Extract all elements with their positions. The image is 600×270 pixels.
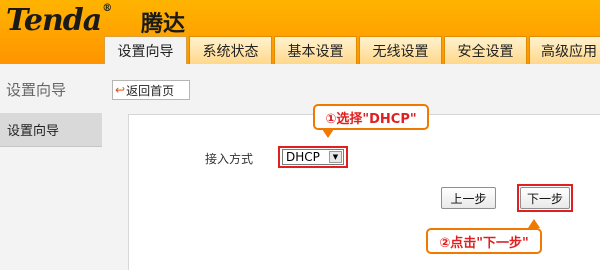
tab-system-status[interactable]: 系统状态 <box>189 36 272 64</box>
tab-security-settings[interactable]: 安全设置 <box>444 36 527 64</box>
tab-basic-settings[interactable]: 基本设置 <box>274 36 357 64</box>
callout-2-pointer <box>528 219 540 228</box>
main-tabs: 设置向导 系统状态 基本设置 无线设置 安全设置 高级应用 <box>104 36 600 64</box>
callout-step-2: ②点击"下一步" <box>426 228 542 254</box>
sidebar-item-setup-wizard[interactable]: 设置向导 <box>0 113 102 147</box>
tab-setup-wizard[interactable]: 设置向导 <box>104 36 187 64</box>
next-step-button[interactable]: 下一步 <box>520 187 570 209</box>
back-home-button[interactable]: ↩ 返回首页 <box>112 80 190 100</box>
section-bar: 设置向导 ↩ 返回首页 <box>0 64 600 110</box>
section-title: 设置向导 <box>6 81 67 99</box>
back-arrow-icon: ↩ <box>115 83 126 97</box>
back-home-label: 返回首页 <box>126 83 175 98</box>
access-mode-value: DHCP <box>286 150 320 164</box>
callout-1-pointer <box>322 129 334 138</box>
brand-name-cn: 腾达 <box>141 12 186 37</box>
access-mode-label: 接入方式 <box>205 152 254 166</box>
tenda-logo: Tenda® <box>6 3 112 38</box>
tab-advanced[interactable]: 高级应用 <box>529 36 600 64</box>
tab-wireless-settings[interactable]: 无线设置 <box>359 36 442 64</box>
callout-step-1: ①选择"DHCP" <box>313 104 429 130</box>
sidebar: 设置向导 <box>0 110 102 270</box>
access-mode-select[interactable]: DHCP ▼ <box>282 149 344 165</box>
header-bar: Tenda® 腾达 设置向导 系统状态 基本设置 无线设置 安全设置 高级应用 <box>0 0 600 64</box>
prev-step-button[interactable]: 上一步 <box>441 187 496 209</box>
chevron-down-icon[interactable]: ▼ <box>329 151 342 163</box>
